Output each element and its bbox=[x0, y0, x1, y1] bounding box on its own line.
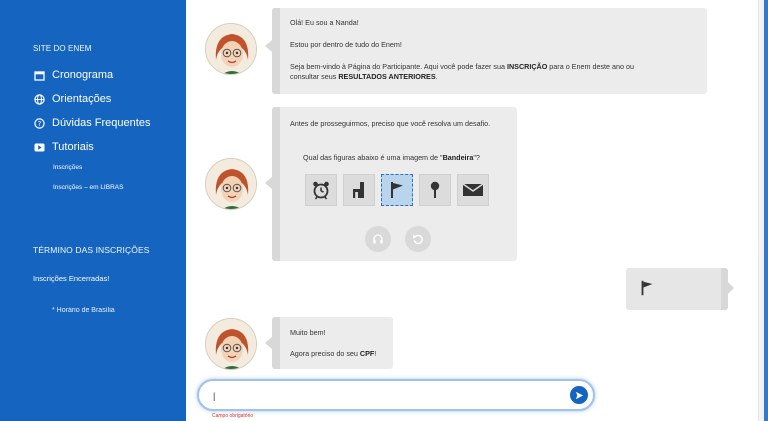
sidebar-item-duvidas-frequentes[interactable]: ? Dúvidas Frequentes bbox=[33, 117, 150, 129]
timezone-note: * Horário de Brasília bbox=[52, 307, 115, 314]
greeting-line3: Seja bem-vindo à Página do Participante.… bbox=[290, 62, 635, 71]
question-icon: ? bbox=[33, 117, 45, 129]
captcha-option-alarm-clock[interactable] bbox=[305, 174, 337, 206]
headphones-icon bbox=[373, 234, 383, 244]
globe-icon bbox=[33, 93, 45, 105]
greeting-line2: Estou por dentro de tudo do Enem! bbox=[290, 40, 402, 49]
challenge-intro: Antes de prosseguirmos, preciso que você… bbox=[290, 119, 491, 128]
greeting-line1: Olá! Eu sou a Nanda! bbox=[290, 18, 359, 27]
captcha-option-envelope[interactable] bbox=[457, 174, 489, 206]
assistant-avatar bbox=[205, 158, 257, 210]
send-icon bbox=[575, 391, 583, 399]
svg-text:?: ? bbox=[37, 120, 41, 128]
response-line2: Agora preciso do seu CPF! bbox=[290, 349, 377, 358]
sidebar-item-cronograma[interactable]: Cronograma bbox=[33, 69, 113, 81]
greeting-bubble: Olá! Eu sou a Nanda! Estou por dentro de… bbox=[265, 8, 707, 94]
sidebar-subitem-inscricoes-libras[interactable]: Inscrições – em LIBRAS bbox=[53, 184, 123, 191]
end-heading: TÉRMINO DAS INSCRIÇÕES bbox=[33, 245, 150, 255]
sidebar-subitem-inscricoes[interactable]: Inscrições bbox=[53, 164, 82, 171]
greeting-line4: consultar seus RESULTADOS ANTERIORES. bbox=[290, 72, 438, 81]
challenge-question: Qual das figuras abaixo é uma imagem de … bbox=[303, 153, 480, 162]
sidebar-item-label: Dúvidas Frequentes bbox=[52, 117, 151, 129]
captcha-option-pin[interactable] bbox=[419, 174, 451, 206]
sidebar-item-tutoriais[interactable]: Tutoriais bbox=[33, 141, 94, 153]
flag-icon bbox=[641, 280, 653, 296]
sidebar-item-orientacoes[interactable]: Orientações bbox=[33, 93, 111, 105]
chat-input[interactable] bbox=[213, 387, 563, 405]
right-edge bbox=[758, 0, 768, 421]
captcha-figures bbox=[305, 174, 489, 206]
sidebar-item-label: Cronograma bbox=[52, 69, 114, 81]
assistant-avatar bbox=[205, 23, 257, 75]
sidebar: SITE DO ENEM Cronograma Orientações ? Dú… bbox=[0, 0, 186, 421]
calendar-icon bbox=[33, 69, 45, 81]
response-bubble: Muito bem! Agora preciso do seu CPF! bbox=[265, 317, 393, 369]
challenge-bubble: Antes de prosseguirmos, preciso que você… bbox=[265, 107, 517, 261]
audio-captcha-button[interactable] bbox=[365, 226, 391, 252]
response-line1: Muito bem! bbox=[290, 328, 326, 337]
refresh-icon bbox=[413, 234, 423, 245]
sidebar-heading: SITE DO ENEM bbox=[33, 44, 92, 53]
user-reply-bubble bbox=[626, 268, 734, 310]
captcha-option-chair[interactable] bbox=[343, 174, 375, 206]
sidebar-item-label: Tutoriais bbox=[52, 141, 94, 153]
assistant-avatar bbox=[205, 318, 257, 370]
send-button[interactable] bbox=[570, 386, 588, 404]
end-status: Inscrições Encerradas! bbox=[33, 274, 110, 283]
envelope-icon bbox=[462, 183, 484, 196]
sidebar-item-label: Orientações bbox=[52, 93, 112, 105]
refresh-captcha-button[interactable] bbox=[405, 226, 431, 252]
chair-icon bbox=[353, 182, 364, 198]
chat-input-wrapper bbox=[197, 379, 595, 411]
flag-icon bbox=[391, 182, 403, 198]
pin-icon bbox=[430, 181, 440, 198]
alarm-clock-icon bbox=[313, 181, 329, 200]
video-icon bbox=[33, 141, 45, 153]
captcha-option-flag[interactable] bbox=[381, 174, 413, 206]
required-field-note: Campo obrigatório bbox=[212, 413, 254, 419]
